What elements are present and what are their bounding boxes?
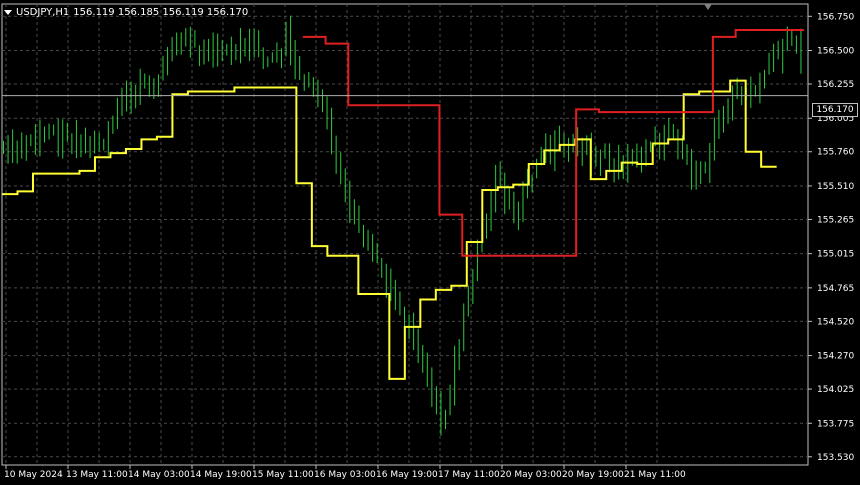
current-price-tag: 156.170: [812, 103, 858, 117]
y-tick-label: 153.775: [817, 419, 854, 429]
y-tick-label: 154.765: [817, 284, 854, 294]
x-tick-label: 17 May 11:00: [438, 470, 500, 480]
y-tick-label: 154.025: [817, 385, 854, 395]
symbol-header: USDJPY,H1 156.119 156.185 156.119 156.17…: [4, 4, 248, 20]
x-tick-label: 15 May 11:00: [252, 470, 314, 480]
y-tick-label: 155.015: [817, 250, 854, 260]
x-tick-label: 20 May 03:00: [500, 470, 562, 480]
y-tick-label: 156.255: [817, 80, 854, 90]
chart-shift-icon[interactable]: [704, 4, 712, 10]
x-tick-label: 10 May 2024: [4, 470, 63, 480]
x-tick-label: 21 May 11:00: [624, 470, 686, 480]
y-tick-label: 156.750: [817, 12, 854, 22]
y-tick-label: 155.760: [817, 148, 854, 158]
plot-frame: [1, 3, 809, 466]
x-tick-label: 14 May 03:00: [128, 470, 190, 480]
y-tick-label: 154.520: [817, 317, 854, 327]
symbol-label: USDJPY,H1: [16, 6, 70, 18]
ohlc-values: 156.119 156.185 156.119 156.170: [73, 6, 249, 18]
chevron-down-icon[interactable]: [4, 9, 12, 15]
x-tick-label: 14 May 19:00: [190, 470, 252, 480]
trailing-stop-up-line: [2, 79, 777, 380]
y-tick-label: 153.530: [817, 453, 854, 463]
y-tick-label: 155.265: [817, 215, 854, 225]
price-chart[interactable]: 156.750 156.500 156.255 156.005 155.760 155.5…: [0, 0, 860, 485]
x-tick-label: 13 May 11:00: [66, 470, 128, 480]
y-tick-label: 154.270: [817, 352, 854, 362]
x-tick-label: 16 May 19:00: [376, 470, 438, 480]
x-tick-label: 20 May 19:00: [562, 470, 624, 480]
y-tick-label: 156.500: [817, 47, 854, 57]
chart-canvas[interactable]: 156.750156.500156.255156.005155.760155.5…: [0, 0, 860, 485]
x-tick-label: 16 May 03:00: [314, 470, 376, 480]
y-tick-label: 155.510: [817, 182, 854, 192]
